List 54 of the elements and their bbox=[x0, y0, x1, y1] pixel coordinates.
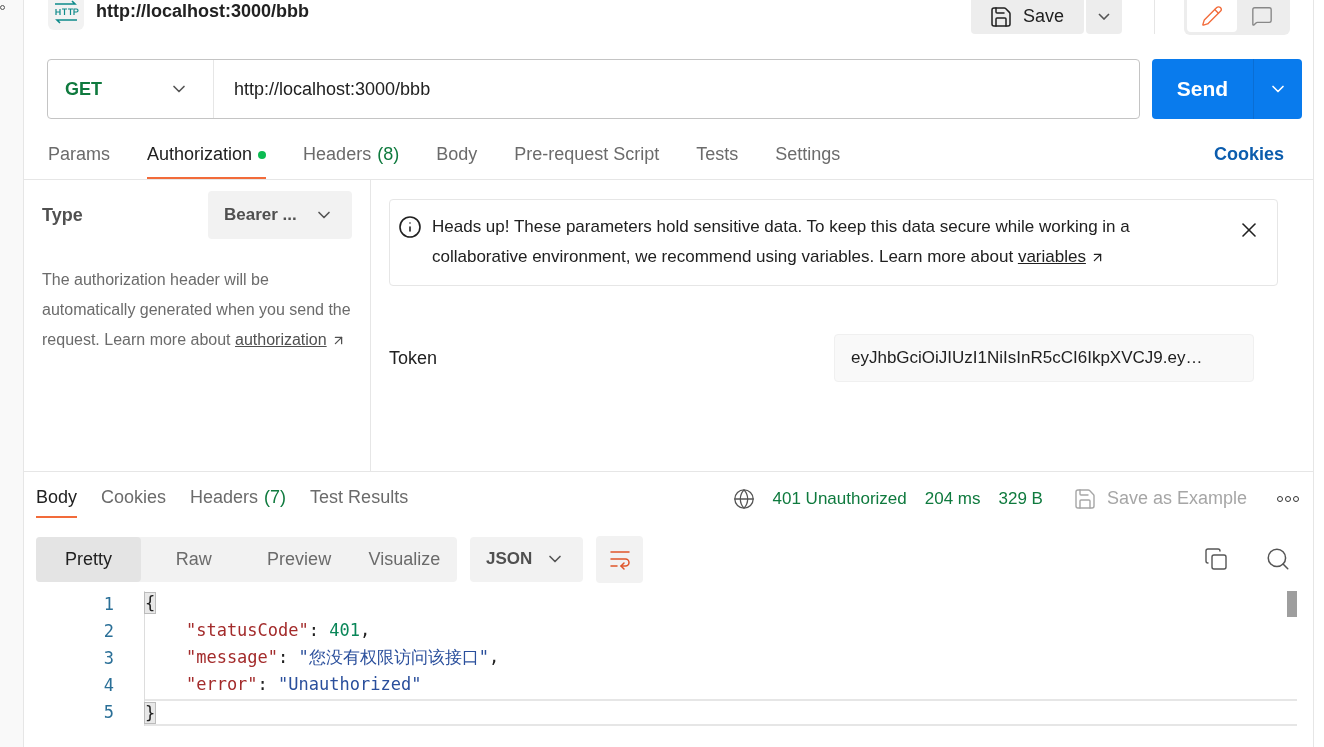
wrap-lines-button[interactable] bbox=[596, 535, 643, 583]
response-size: 329 B bbox=[998, 488, 1043, 509]
code-line: } bbox=[145, 699, 1297, 726]
line-number: 3 bbox=[102, 647, 115, 670]
code-line: "statusCode": 401, bbox=[184, 619, 372, 642]
line-number: 4 bbox=[102, 674, 115, 697]
code-line: "error": "Unauthorized" bbox=[184, 673, 423, 696]
request-title: http://localhost:3000/bbb bbox=[96, 1, 309, 22]
response-time: 204 ms bbox=[924, 488, 981, 509]
status-code: 401 Unauthorized bbox=[772, 488, 907, 509]
line-number: 2 bbox=[102, 620, 115, 643]
format-dropdown[interactable]: JSON bbox=[470, 536, 583, 582]
auth-description: The authorization header will be automatically generated when you send the request. Learn more about authorization bbox=[42, 270, 352, 351]
http-icon bbox=[48, 0, 84, 30]
line-number: 5 bbox=[102, 701, 115, 724]
comment-icon bbox=[1251, 5, 1273, 27]
request-tab[interactable]: Pre-request Script bbox=[514, 130, 660, 179]
auth-type-dropdown[interactable]: Bearer ... bbox=[208, 191, 352, 239]
save-options-button[interactable] bbox=[1086, 0, 1122, 34]
response-tab[interactable]: Test Results bbox=[310, 479, 409, 518]
request-tab[interactable]: Body bbox=[436, 130, 478, 179]
line-number: 1 bbox=[102, 593, 115, 616]
response-tab[interactable]: Headers (7) bbox=[190, 479, 287, 518]
scrollbar[interactable] bbox=[1287, 591, 1297, 617]
alert-text: Heads up! These parameters hold sensitive data. To keep this data secure while working in a collaborative environment, we recommend using variables. Learn more about variables bbox=[432, 216, 1131, 268]
edit-mode-button[interactable] bbox=[1187, 0, 1237, 32]
code-line: "message": "您没有权限访问该接口", bbox=[184, 646, 501, 669]
variables-link[interactable]: variables bbox=[1017, 247, 1105, 266]
copy-icon[interactable] bbox=[1204, 547, 1228, 571]
view-tab[interactable]: Preview bbox=[246, 536, 352, 582]
chevron-down-icon bbox=[1098, 13, 1110, 20]
token-field[interactable]: eyJhbGciOiJIUzI1NiIsInR5cCI6IkpXVCJ9.ey… bbox=[834, 334, 1254, 382]
pencil-icon bbox=[1201, 5, 1223, 27]
response-tab[interactable]: Body bbox=[36, 479, 78, 518]
info-icon bbox=[398, 215, 422, 239]
request-tab[interactable]: Params bbox=[48, 130, 110, 179]
search-icon[interactable] bbox=[1265, 546, 1291, 572]
send-button[interactable]: Send bbox=[1152, 59, 1254, 119]
save-button[interactable]: Save bbox=[970, 0, 1084, 34]
authorization-link[interactable]: authorization bbox=[235, 331, 346, 348]
method-dropdown[interactable]: GET bbox=[48, 60, 214, 118]
request-tab[interactable]: Authorization bbox=[147, 130, 267, 179]
type-label: Type bbox=[42, 204, 83, 226]
request-tab[interactable]: Settings bbox=[775, 130, 841, 179]
token-label: Token bbox=[389, 347, 438, 369]
globe-icon[interactable] bbox=[732, 487, 755, 510]
response-tab[interactable]: Cookies bbox=[101, 479, 167, 518]
url-input[interactable]: http://localhost:3000/bbb bbox=[214, 78, 431, 100]
request-tab[interactable]: Tests bbox=[696, 130, 739, 179]
view-tab[interactable]: Pretty bbox=[36, 536, 142, 582]
cookies-link[interactable]: Cookies bbox=[1213, 144, 1284, 165]
view-tab[interactable]: Raw bbox=[141, 536, 247, 582]
view-tab[interactable]: Visualize bbox=[351, 536, 457, 582]
request-tab[interactable]: Headers (8) bbox=[303, 130, 400, 179]
